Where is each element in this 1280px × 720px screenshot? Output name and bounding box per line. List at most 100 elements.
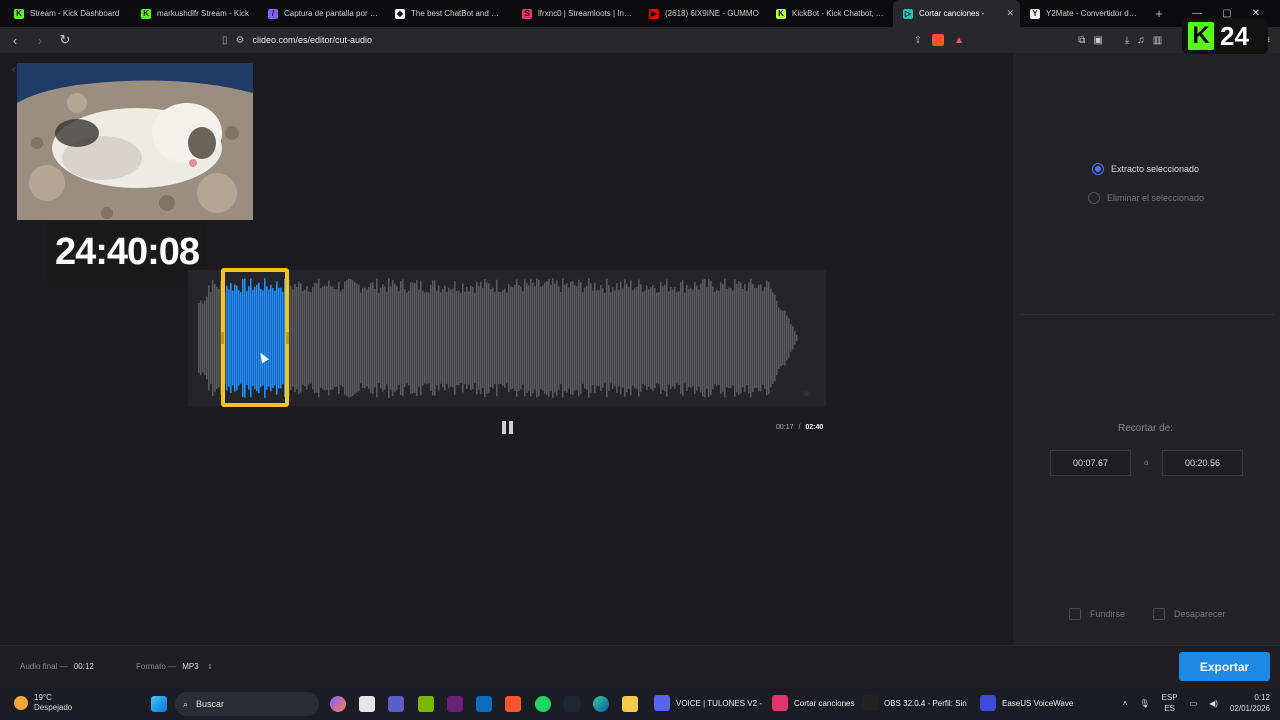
browser-tab[interactable]: / Captura de pantalla por Lightshot bbox=[258, 0, 385, 27]
lang-bottom: ES bbox=[1164, 704, 1175, 713]
sidebar-icon[interactable]: ▥ bbox=[1153, 35, 1162, 46]
waveform-bar bbox=[780, 309, 782, 367]
share-icon[interactable]: ⇪ bbox=[914, 35, 922, 46]
waveform-bar bbox=[584, 287, 586, 389]
taskbar-app-label: EaseUS VoiceWave bbox=[1002, 698, 1074, 708]
waveform-bar bbox=[554, 283, 556, 393]
weather-desc: Despejado bbox=[34, 703, 73, 712]
nvidia-icon[interactable] bbox=[418, 696, 434, 712]
waveform-bar bbox=[448, 287, 450, 389]
overlay-number: 24 bbox=[1220, 20, 1249, 51]
weather-sun-icon bbox=[14, 696, 28, 710]
url-bar[interactable]: ▯ ⚙ clideo.com/es/editor/cut-audio ⇪ ▲ bbox=[222, 30, 964, 50]
weather-widget[interactable]: 19°C Despejado bbox=[14, 693, 72, 713]
waveform-bar bbox=[730, 288, 732, 388]
waveform-bar bbox=[308, 291, 310, 385]
trim-start-input[interactable]: 00:07.67 bbox=[1050, 450, 1131, 476]
fade-in-checkbox[interactable]: Fundirse bbox=[1069, 608, 1125, 620]
forward-icon[interactable]: › bbox=[30, 30, 50, 50]
waveform-bar bbox=[544, 282, 546, 394]
waveform-bar bbox=[296, 286, 298, 390]
taskbar-app[interactable]: VOICE | TULONES V2 - bbox=[654, 695, 762, 711]
taskbar-search[interactable]: ⌕ Buscar bbox=[175, 692, 319, 716]
taskbar-app[interactable]: Cortar canciones bbox=[772, 695, 854, 711]
download-icon[interactable]: ⤓ bbox=[1125, 35, 1129, 46]
clock-overlay: 24:40:08 bbox=[47, 222, 207, 282]
format-selector[interactable]: Formato — MP3 ⇕ bbox=[136, 662, 213, 671]
steam-icon[interactable] bbox=[564, 696, 580, 712]
radio-keep-selected[interactable]: Extracto seleccionado bbox=[1092, 163, 1199, 175]
waveform-bar bbox=[404, 289, 406, 387]
waveform-bar bbox=[458, 290, 460, 386]
browser-tab[interactable]: ◆ The best ChatBot and Widgets bbox=[385, 0, 512, 27]
export-button[interactable]: Exportar bbox=[1179, 652, 1270, 681]
waveform-bar bbox=[370, 282, 372, 394]
waveform-bar bbox=[726, 288, 728, 388]
site-info-icon[interactable]: ⚙ bbox=[236, 35, 245, 46]
taskbar-app-icon bbox=[654, 695, 670, 711]
collapse-arrow-icon[interactable]: ‹ bbox=[12, 64, 16, 76]
network-icon[interactable]: ▭ bbox=[1190, 699, 1198, 708]
waveform-bar bbox=[784, 310, 786, 366]
tab-close-icon[interactable]: ✕ bbox=[1006, 8, 1014, 19]
trim-end-input[interactable]: 00:20.56 bbox=[1162, 450, 1243, 476]
browser-tab[interactable]: Y Y2Mate - Convertidor de YouTube bbox=[1020, 0, 1147, 27]
clock[interactable]: 0:12 02/01/2026 bbox=[1230, 692, 1270, 714]
volume-icon[interactable]: ◀) bbox=[1209, 699, 1218, 708]
waveform-bar bbox=[736, 283, 738, 393]
waveform-bar bbox=[316, 283, 318, 393]
tab-title: KickBot - Kick Chatbot, Alerts bbox=[792, 9, 887, 18]
selection-range[interactable] bbox=[221, 268, 289, 407]
browser-tab[interactable]: ▶ (2618) 6IX9INE - GUMMO bbox=[639, 0, 766, 27]
waveform-bar bbox=[310, 292, 312, 384]
pause-button[interactable] bbox=[500, 421, 514, 435]
extensions-icon[interactable]: ⧉ bbox=[1078, 35, 1085, 46]
waveform-bar bbox=[570, 281, 572, 395]
file-explorer-icon[interactable] bbox=[622, 696, 638, 712]
waveform-end-label: 00 bbox=[803, 392, 810, 398]
radio-remove-selected[interactable]: Eliminar el seleccionado bbox=[1088, 192, 1204, 204]
kick-logo-icon: K bbox=[1188, 22, 1214, 50]
edge-icon[interactable] bbox=[593, 696, 609, 712]
waveform-bar bbox=[514, 284, 516, 392]
waveform-bar bbox=[348, 278, 350, 398]
playback-time: 00:17 / 02:40 bbox=[776, 424, 823, 431]
reader-icon[interactable]: ▣ bbox=[1093, 35, 1102, 46]
browser-tab[interactable]: Kmarkushdlfr Stream - Kick bbox=[131, 0, 258, 27]
taskbar-app[interactable]: OBS 32.0.4 - Perfil: Sin bbox=[862, 695, 967, 711]
browser-tab[interactable]: K KickBot - Kick Chatbot, Alerts bbox=[766, 0, 893, 27]
brave-shield-icon[interactable] bbox=[932, 34, 945, 46]
brave-rewards-icon[interactable]: ▲ bbox=[954, 35, 964, 46]
fade-out-checkbox[interactable]: Desaparecer bbox=[1153, 608, 1226, 620]
outlook-icon[interactable] bbox=[476, 696, 492, 712]
waveform-bar bbox=[580, 282, 582, 394]
media-icon[interactable]: ♫ bbox=[1137, 35, 1145, 46]
waveform-bar bbox=[430, 284, 432, 392]
teams-icon[interactable] bbox=[388, 696, 404, 712]
microphone-icon[interactable]: 🎙 bbox=[1139, 699, 1149, 708]
copilot-icon[interactable] bbox=[330, 696, 346, 712]
brave-icon[interactable] bbox=[505, 696, 521, 712]
tray-chevron-icon[interactable]: ˄ bbox=[1123, 699, 1128, 708]
waveform-bar bbox=[614, 290, 616, 386]
browser-tab[interactable]: K Stream - Kick Dashboard bbox=[4, 0, 131, 27]
selection-handle-left[interactable] bbox=[221, 332, 224, 344]
waveform-bar bbox=[218, 288, 220, 388]
new-tab-button[interactable]: + bbox=[1147, 6, 1171, 21]
back-icon[interactable]: ‹ bbox=[5, 30, 25, 50]
selection-handle-right[interactable] bbox=[286, 332, 289, 344]
taskbar-app[interactable]: EaseUS VoiceWave bbox=[980, 695, 1073, 711]
visual-studio-icon[interactable] bbox=[447, 696, 463, 712]
spotify-icon[interactable] bbox=[535, 696, 551, 712]
waveform-bar bbox=[770, 288, 772, 388]
browser-tab[interactable]: Slfrxnc0 | Streamloots | Interactive bbox=[512, 0, 639, 27]
reload-icon[interactable]: ↻ bbox=[55, 30, 75, 50]
total-time: 02:40 bbox=[805, 424, 824, 431]
bookmark-icon[interactable]: ▯ bbox=[222, 35, 228, 46]
waveform-bar bbox=[480, 281, 482, 395]
waveform-bar bbox=[376, 278, 378, 398]
browser-tab[interactable]: ▷ Cortar canciones - ✕ bbox=[893, 0, 1020, 27]
windows-start-icon[interactable] bbox=[151, 696, 167, 712]
language-indicator[interactable]: ESP ES bbox=[1162, 692, 1178, 714]
store-icon[interactable] bbox=[359, 696, 375, 712]
